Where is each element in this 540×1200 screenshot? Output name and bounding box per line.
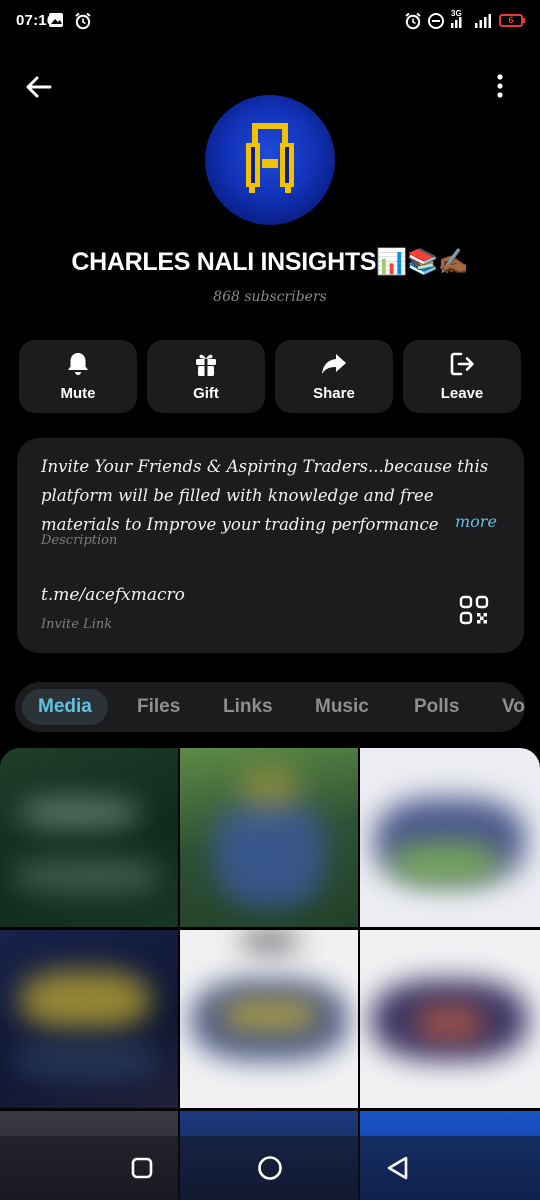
alarm-icon bbox=[405, 12, 421, 30]
triangle-back-icon[interactable] bbox=[382, 1152, 414, 1184]
leave-icon bbox=[450, 352, 474, 376]
subscriber-count: 868 subscribers bbox=[213, 289, 327, 305]
leave-button[interactable]: Leave bbox=[403, 340, 521, 413]
share-button[interactable]: Share bbox=[275, 340, 393, 413]
tab-voice[interactable]: Vo bbox=[502, 682, 525, 732]
arrow-left-icon[interactable] bbox=[22, 70, 56, 104]
circle-home-icon[interactable] bbox=[254, 1152, 286, 1184]
do-not-disturb-icon bbox=[428, 13, 444, 29]
status-bar: 07:16 3G 6 bbox=[0, 0, 540, 44]
more-vertical-icon[interactable] bbox=[488, 70, 512, 104]
tab-links[interactable]: Links bbox=[223, 682, 273, 732]
media-tabs: Media Files Links Music Polls Vo bbox=[15, 682, 525, 732]
tab-music[interactable]: Music bbox=[315, 682, 369, 732]
invite-link[interactable]: t.me/acefxmacro bbox=[41, 585, 185, 605]
channel-info-card: Invite Your Friends & Aspiring Traders..… bbox=[17, 438, 524, 653]
share-label: Share bbox=[313, 385, 355, 402]
invite-link-label: Invite Link bbox=[41, 617, 113, 632]
media-thumbnail[interactable] bbox=[0, 748, 178, 927]
media-thumbnail[interactable] bbox=[0, 930, 178, 1108]
share-arrow-icon bbox=[322, 354, 346, 374]
media-thumbnail[interactable] bbox=[360, 930, 540, 1108]
channel-title: CHARLES NALI INSIGHTS📊📚✍🏾 bbox=[71, 248, 469, 276]
gift-icon bbox=[196, 354, 216, 376]
tab-media[interactable]: Media bbox=[22, 689, 108, 725]
media-thumbnail[interactable] bbox=[180, 930, 358, 1108]
channel-logo-icon bbox=[246, 123, 294, 193]
system-nav-bar bbox=[0, 1136, 540, 1200]
signal-icon bbox=[451, 17, 462, 28]
media-thumbnail[interactable] bbox=[180, 748, 358, 927]
description-label: Description bbox=[41, 533, 118, 548]
channel-avatar[interactable] bbox=[205, 95, 335, 225]
qr-code-icon[interactable] bbox=[459, 595, 489, 625]
bell-icon bbox=[68, 353, 88, 375]
battery-icon: 6 bbox=[499, 14, 525, 27]
tab-files[interactable]: Files bbox=[137, 682, 180, 732]
more-link[interactable]: more bbox=[445, 512, 497, 531]
media-thumbnail[interactable] bbox=[360, 748, 540, 927]
media-grid bbox=[0, 748, 540, 1200]
mute-label: Mute bbox=[60, 385, 96, 402]
gallery-icon bbox=[49, 13, 63, 27]
square-recents-icon[interactable] bbox=[126, 1152, 158, 1184]
signal-icon bbox=[475, 14, 491, 28]
gift-label: Gift bbox=[193, 385, 219, 402]
tab-polls[interactable]: Polls bbox=[414, 682, 459, 732]
gift-button[interactable]: Gift bbox=[147, 340, 265, 413]
channel-description[interactable]: Invite Your Friends & Aspiring Traders..… bbox=[41, 452, 501, 539]
leave-label: Leave bbox=[440, 385, 484, 402]
alarm-icon bbox=[75, 12, 91, 30]
mute-button[interactable]: Mute bbox=[19, 340, 137, 413]
